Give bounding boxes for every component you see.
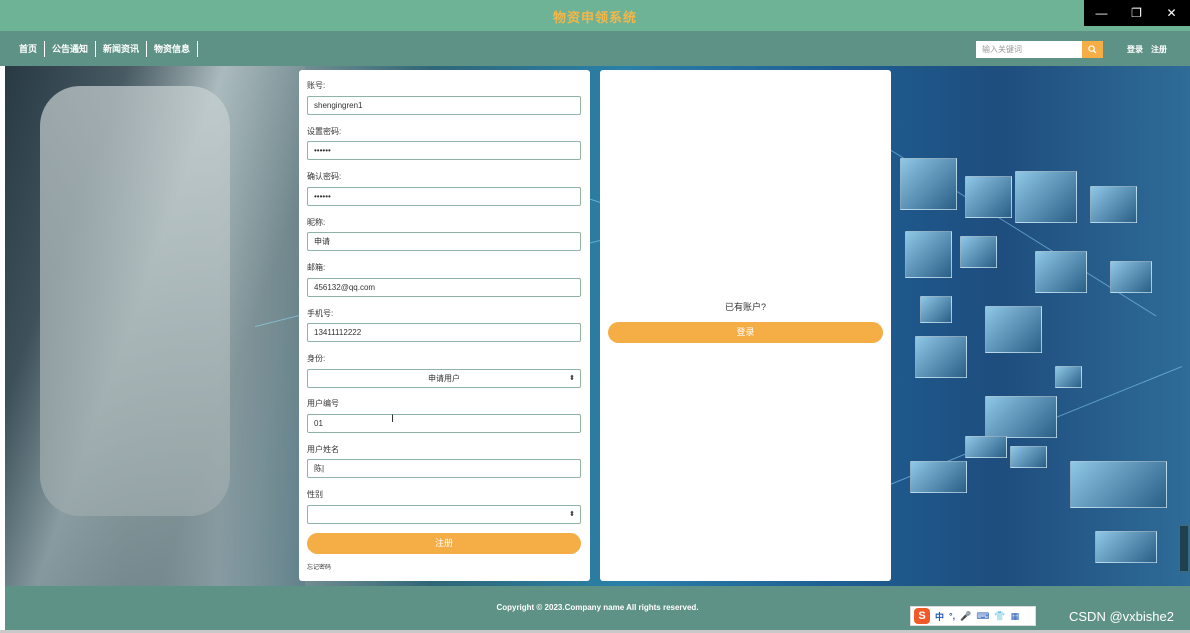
nav-login-link[interactable]: 登录 <box>1127 41 1143 58</box>
ime-microphone-icon[interactable]: 🎤 <box>960 611 971 622</box>
background-shirt <box>40 86 230 516</box>
login-button[interactable]: 登录 <box>608 322 883 343</box>
gender-label: 性别 <box>307 490 323 499</box>
user-name-label: 用户姓名 <box>307 445 339 454</box>
email-input[interactable]: 456132@qq.com <box>307 278 581 297</box>
media-tile <box>985 306 1042 353</box>
login-panel: 已有账户? 登录 <box>600 70 891 581</box>
app-title: 物资申领系统 <box>552 10 637 25</box>
background-media-tiles <box>895 66 1190 586</box>
minimize-icon[interactable]: — <box>1084 0 1119 26</box>
password-label: 设置密码: <box>307 127 342 136</box>
media-tile <box>1035 251 1087 293</box>
text-cursor-icon: I <box>391 413 395 425</box>
phone-label: 手机号: <box>307 309 334 318</box>
media-tile <box>1110 261 1152 293</box>
role-select[interactable]: 申请用户 ⬍ <box>307 369 581 388</box>
title-bar: 物资申领系统 — ❐ ✕ <box>0 0 1190 31</box>
user-number-label: 用户编号 <box>307 399 339 408</box>
role-select-value: 申请用户 <box>428 374 460 383</box>
media-tile <box>915 336 967 378</box>
user-number-input[interactable]: 01 <box>307 414 581 433</box>
ime-skin-icon[interactable]: 👕 <box>994 611 1005 622</box>
media-tile <box>985 396 1057 438</box>
search-button[interactable] <box>1082 41 1103 58</box>
media-tile <box>965 436 1007 458</box>
email-label: 邮箱: <box>307 263 326 272</box>
background-image <box>5 66 1190 586</box>
media-tile <box>905 231 952 278</box>
ime-keyboard-icon[interactable]: ⌨ <box>976 611 989 622</box>
confirm-password-input[interactable]: •••••• <box>307 187 581 206</box>
media-tile <box>900 158 957 210</box>
have-account-text: 已有账户? <box>724 302 766 312</box>
media-tile <box>1070 461 1167 508</box>
watermark: CSDN @vxbishe2 <box>1069 609 1174 624</box>
nickname-input[interactable]: 申请 <box>307 232 581 251</box>
phone-input[interactable]: 13411112222 <box>307 323 581 342</box>
media-tile <box>1095 531 1157 563</box>
media-tile <box>920 296 952 323</box>
register-form: 账号: shengingren1 设置密码: •••••• 确认密码: ••••… <box>299 70 590 581</box>
ime-chinese-mode[interactable]: 中 <box>935 610 944 623</box>
ime-logo-icon[interactable]: S <box>914 608 930 624</box>
media-tile <box>1010 446 1047 468</box>
ime-toolbar: S 中 °, 🎤 ⌨ 👕 ▦ <box>910 606 1036 626</box>
confirm-password-label: 确认密码: <box>307 172 342 181</box>
media-tile <box>1090 186 1137 223</box>
nav-register-link[interactable]: 注册 <box>1151 41 1167 58</box>
media-tile <box>910 461 967 493</box>
nav-links: 首页 公告通知 新闻资讯 物资信息 <box>12 31 199 66</box>
media-tile <box>1055 366 1082 388</box>
select-caret-icon: ⬍ <box>569 511 575 518</box>
ime-grid-icon[interactable]: ▦ <box>1011 611 1020 622</box>
account-label: 账号: <box>307 81 326 90</box>
nav-item-home[interactable]: 首页 <box>12 40 46 57</box>
search-icon <box>1088 45 1097 54</box>
user-name-input[interactable]: 陈| <box>307 459 581 478</box>
register-button[interactable]: 注册 <box>307 533 581 554</box>
account-input[interactable]: shengingren1 <box>307 96 581 115</box>
media-tile <box>960 236 997 268</box>
media-tile <box>965 176 1012 218</box>
password-input[interactable]: •••••• <box>307 141 581 160</box>
close-icon[interactable]: ✕ <box>1154 0 1189 26</box>
nickname-label: 昵称: <box>307 218 326 227</box>
select-caret-icon: ⬍ <box>569 375 575 382</box>
media-tile <box>1015 171 1077 223</box>
search-input[interactable]: 输入关键词 <box>976 41 1082 58</box>
nav-item-supplies[interactable]: 物资信息 <box>147 40 199 57</box>
restore-icon[interactable]: ❐ <box>1119 0 1154 26</box>
ime-punctuation-icon[interactable]: °, <box>949 611 955 621</box>
window-controls: — ❐ ✕ <box>1084 0 1190 26</box>
forgot-password-link[interactable]: 忘记密码 <box>307 562 331 571</box>
nav-item-news[interactable]: 新闻资讯 <box>96 40 148 57</box>
side-scroll-handle[interactable] <box>1179 525 1189 572</box>
role-label: 身份: <box>307 354 326 363</box>
nav-item-notices[interactable]: 公告通知 <box>45 40 97 57</box>
nav-auth: 登录 注册 <box>1127 41 1167 58</box>
gender-select[interactable]: ⬍ <box>307 505 581 524</box>
